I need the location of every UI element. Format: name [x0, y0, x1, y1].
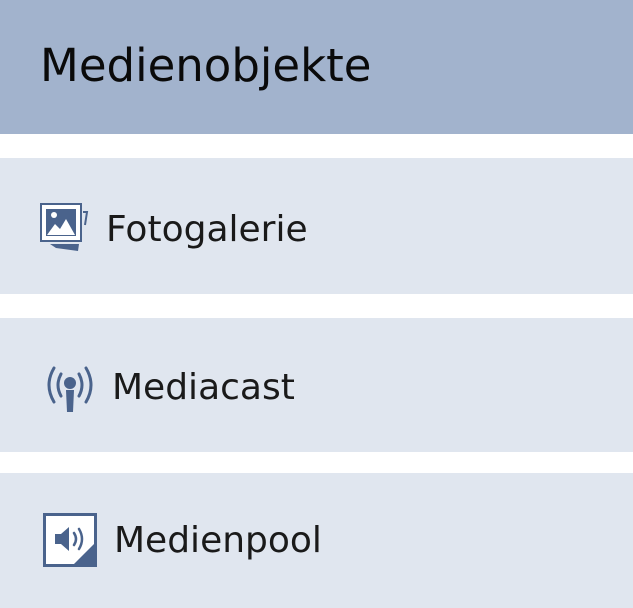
photo-gallery-icon: [40, 203, 90, 255]
page-title: Medienobjekte: [40, 39, 372, 92]
section-header: Medienobjekte: [0, 0, 633, 134]
menu-item-label: Medienpool: [114, 520, 322, 561]
menu-item-mediacast[interactable]: Mediacast: [0, 318, 633, 452]
menu-item-medienpool[interactable]: Medienpool: [0, 473, 633, 608]
menu-item-fotogalerie[interactable]: Fotogalerie: [0, 158, 633, 294]
broadcast-icon: [42, 362, 98, 418]
menu-item-label: Mediacast: [112, 367, 295, 408]
menu-item-label: Fotogalerie: [106, 209, 308, 250]
audio-file-icon: [43, 513, 99, 573]
